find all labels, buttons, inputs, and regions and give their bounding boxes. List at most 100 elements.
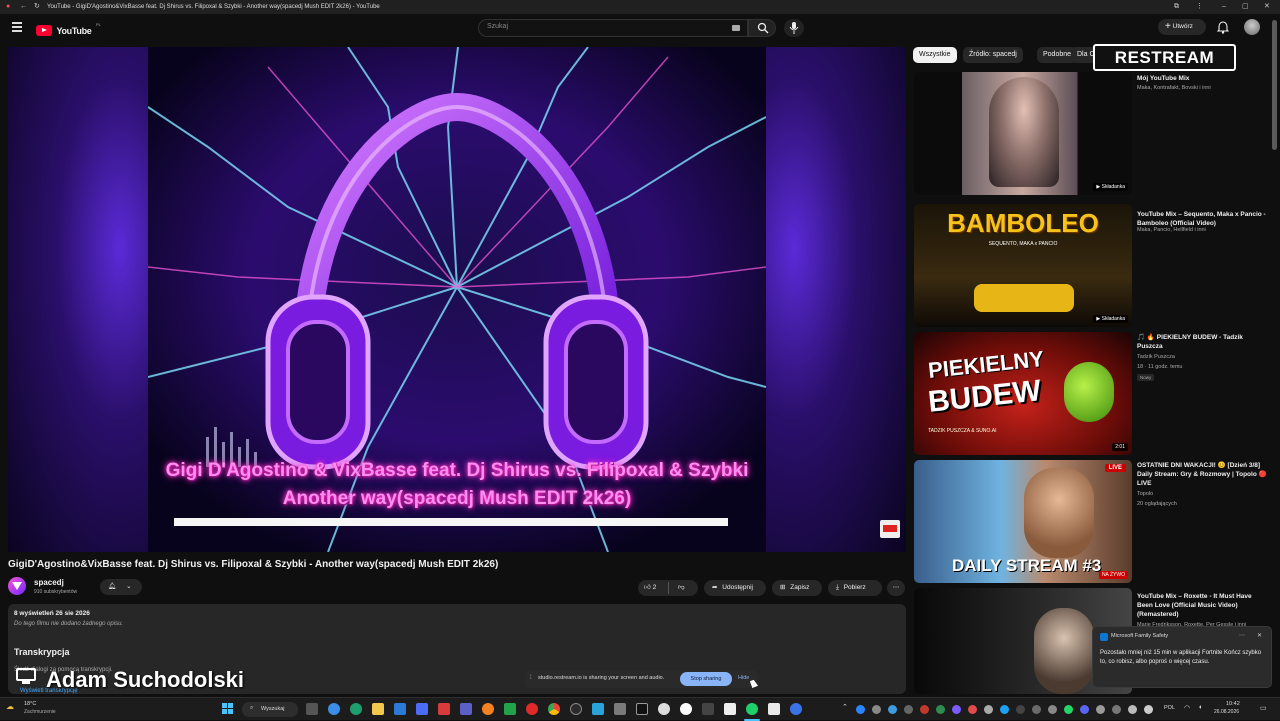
app-icon-23[interactable] bbox=[790, 703, 802, 715]
youtube-logo[interactable]: YouTube PL bbox=[36, 22, 101, 37]
windows-start-icon[interactable] bbox=[222, 703, 234, 715]
windows-notification[interactable]: Microsoft Family Safety ⋯ ✕ Pozostało mn… bbox=[1092, 626, 1272, 688]
tray-icon-5[interactable] bbox=[920, 705, 929, 714]
restream-app-icon[interactable] bbox=[746, 703, 758, 715]
chip-all[interactable]: Wszystkie bbox=[913, 47, 957, 63]
tray-icon-19[interactable] bbox=[1144, 705, 1153, 714]
channel-name[interactable]: spacedj bbox=[34, 578, 64, 587]
tray-icon-7[interactable] bbox=[952, 705, 961, 714]
notification-more-icon[interactable]: ⋯ bbox=[1239, 632, 1245, 639]
app-icon-16[interactable] bbox=[636, 703, 648, 715]
notification-close-icon[interactable]: ✕ bbox=[1257, 632, 1262, 639]
search-button[interactable] bbox=[748, 19, 776, 37]
notifications-center-icon[interactable]: ▭ bbox=[1260, 704, 1267, 712]
tray-chevron-icon[interactable]: ⌃ bbox=[842, 703, 848, 711]
dislike-button[interactable]: 👎︎ bbox=[678, 580, 685, 596]
app-icon-14[interactable] bbox=[592, 703, 604, 715]
tray-icon-9[interactable] bbox=[984, 705, 993, 714]
menu-dots-icon[interactable]: ⋮ bbox=[1196, 0, 1203, 14]
rec-title-5[interactable]: YouTube Mix – Roxette - It Must Have Bee… bbox=[1137, 592, 1267, 619]
hide-button[interactable]: Hide bbox=[738, 675, 749, 681]
rec-thumbnail-4[interactable]: LIVE DAILY STREAM #3 NA ŻYWO bbox=[914, 460, 1132, 583]
app-icon-17[interactable] bbox=[658, 703, 670, 715]
tray-icon-13[interactable] bbox=[1048, 705, 1057, 714]
tray-icon-12[interactable] bbox=[1032, 705, 1041, 714]
minimize-icon[interactable]: – bbox=[1222, 0, 1226, 14]
voice-search-button[interactable] bbox=[784, 19, 804, 37]
thumbnail-singer bbox=[1034, 608, 1094, 694]
download-label: Pobierz bbox=[843, 584, 866, 591]
wifi-icon[interactable]: ◠ bbox=[1184, 704, 1190, 712]
tray-icon-1[interactable] bbox=[856, 705, 865, 714]
rec-thumbnail-2[interactable]: BAMBOLEO SEQUENTO, MAKA x PANCIO ▶ Skład… bbox=[914, 204, 1132, 327]
file-explorer-icon[interactable] bbox=[372, 703, 384, 715]
tray-icon-18[interactable] bbox=[1128, 705, 1137, 714]
download-button[interactable]: ⤓ Pobierz bbox=[828, 580, 882, 596]
save-button[interactable]: ⊞ Zapisz bbox=[772, 580, 822, 596]
stop-sharing-button[interactable]: Stop sharing bbox=[680, 672, 732, 686]
task-view-icon[interactable] bbox=[306, 703, 318, 715]
subscribed-button[interactable]: 🔔︎ ⌄ bbox=[100, 579, 142, 595]
edge-app-icon[interactable] bbox=[328, 703, 340, 715]
clock-time[interactable]: 10:42 bbox=[1226, 701, 1240, 707]
rec-channel-3: Tadzik Puszcza bbox=[1137, 354, 1175, 360]
tray-icon-2[interactable] bbox=[872, 705, 881, 714]
tray-icon-11[interactable] bbox=[1016, 705, 1025, 714]
rec-title-4[interactable]: OSTATNIE DNI WAKACJI! 😊 [Dzień 3/8] Dail… bbox=[1137, 461, 1267, 488]
like-button[interactable]: 👍︎ 2 bbox=[644, 580, 656, 596]
app-icon-10[interactable] bbox=[504, 703, 516, 715]
tray-icon-16[interactable] bbox=[1096, 705, 1105, 714]
keyboard-language[interactable]: POL bbox=[1164, 705, 1175, 711]
app-icon-13[interactable] bbox=[570, 703, 582, 715]
tray-icon-8[interactable] bbox=[968, 705, 977, 714]
app-icon-9[interactable] bbox=[482, 703, 494, 715]
app-icon-19[interactable] bbox=[702, 703, 714, 715]
app-icon-11[interactable] bbox=[526, 703, 538, 715]
channel-avatar[interactable] bbox=[8, 577, 26, 595]
chip-source[interactable]: Źródło: spacedj bbox=[963, 47, 1023, 63]
weather-temp[interactable]: 18°C bbox=[24, 701, 36, 707]
search-box[interactable]: Szukaj bbox=[478, 19, 748, 37]
tray-icon-6[interactable] bbox=[936, 705, 945, 714]
app-icon-15[interactable] bbox=[614, 703, 626, 715]
tray-icon-4[interactable] bbox=[904, 705, 913, 714]
rec-title-1[interactable]: Mój YouTube Mix bbox=[1137, 74, 1267, 83]
rec-title-3[interactable]: 🎵 🔥 PIEKIELNY BUDEW - Tadzik Puszcza bbox=[1137, 333, 1267, 351]
close-window-icon[interactable]: ✕ bbox=[1264, 0, 1270, 14]
store-app-icon[interactable] bbox=[394, 703, 406, 715]
edge-dev-app-icon[interactable] bbox=[350, 703, 362, 715]
teams-app-icon[interactable] bbox=[460, 703, 472, 715]
channel-watermark-icon[interactable] bbox=[880, 520, 900, 538]
whatsapp-tray-icon[interactable] bbox=[1064, 705, 1073, 714]
extensions-icon[interactable]: ⧉ bbox=[1174, 0, 1179, 14]
volume-icon[interactable]: ◖ bbox=[1198, 704, 1202, 711]
reload-icon[interactable]: ↻ bbox=[34, 0, 40, 14]
keyboard-icon[interactable] bbox=[732, 25, 740, 31]
taskbar-search[interactable]: ⌕ Wyszukaj bbox=[242, 702, 298, 717]
chrome-app-icon[interactable] bbox=[548, 703, 560, 715]
hamburger-menu-icon[interactable] bbox=[12, 22, 22, 32]
video-player[interactable]: Gigi D'Agostino & VixBasse feat. Dj Shir… bbox=[8, 47, 906, 552]
create-button[interactable]: + Utwórz bbox=[1158, 19, 1206, 35]
discord-tray-icon[interactable] bbox=[1080, 705, 1089, 714]
tray-icon-10[interactable] bbox=[1000, 705, 1009, 714]
app-icon-20[interactable] bbox=[724, 703, 736, 715]
app-icon-22[interactable] bbox=[768, 703, 780, 715]
app-icon-7[interactable] bbox=[438, 703, 450, 715]
notifications-bell-icon[interactable] bbox=[1217, 21, 1229, 34]
windows-taskbar: ☁ 18°C Zachmurzenie ⌕ Wyszukaj ⌃ POL ◠ ◖… bbox=[0, 697, 1280, 721]
maximize-icon[interactable]: ▢ bbox=[1242, 0, 1249, 14]
app-icon-18[interactable] bbox=[680, 703, 692, 715]
page-scrollbar[interactable] bbox=[1272, 20, 1277, 150]
back-icon[interactable]: ← bbox=[20, 0, 27, 14]
drag-handle-icon[interactable]: ⁞ bbox=[530, 675, 532, 681]
share-button[interactable]: ➦ Udostępnij bbox=[704, 580, 766, 596]
app-icon-6[interactable] bbox=[416, 703, 428, 715]
tray-icon-3[interactable] bbox=[888, 705, 897, 714]
search-placeholder: Szukaj bbox=[487, 23, 509, 30]
rec-thumbnail-3[interactable]: PIEKIELNY BUDEW TADZIK PUSZCZA & SUNO.AI… bbox=[914, 332, 1132, 455]
more-actions-button[interactable]: ⋯ bbox=[887, 580, 905, 596]
rec-thumbnail-1[interactable]: ▶ Składanka bbox=[914, 72, 1132, 195]
tray-icon-17[interactable] bbox=[1112, 705, 1121, 714]
avatar[interactable] bbox=[1244, 19, 1260, 35]
